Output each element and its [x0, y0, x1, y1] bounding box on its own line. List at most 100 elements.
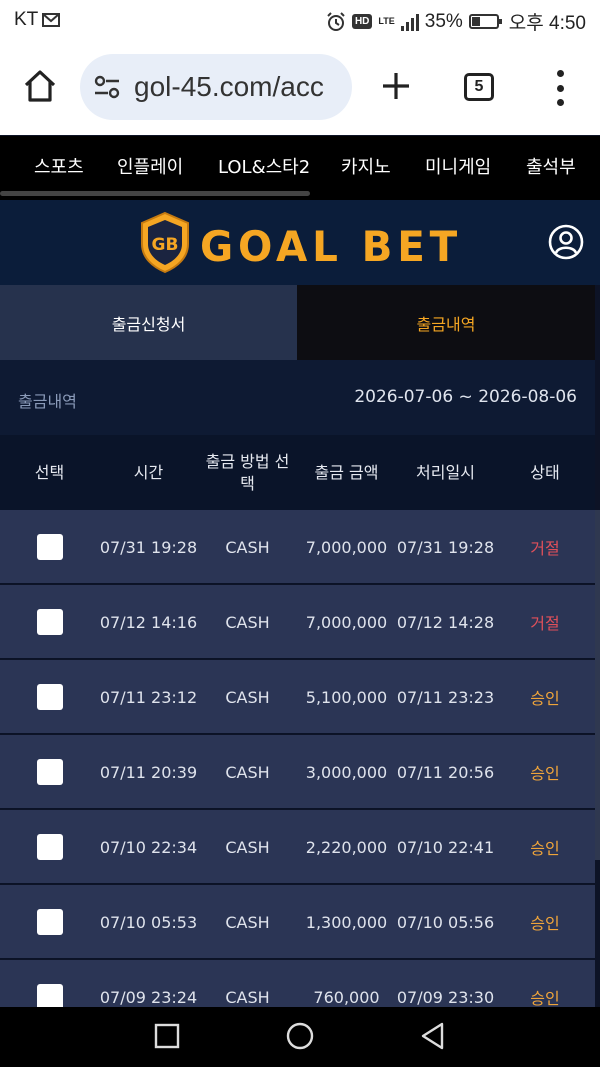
row-time: 07/12 14:16: [99, 612, 198, 632]
row-select-cell: [0, 585, 99, 659]
history-label: 출금내역: [18, 392, 77, 411]
nav-item-inplay[interactable]: 인플레이: [117, 153, 183, 179]
row-status: 승인: [530, 839, 560, 858]
nav-item-lol-star[interactable]: LOL&스타2: [218, 153, 310, 179]
row-amount: 1,300,000: [305, 912, 388, 932]
row-status: 승인: [530, 914, 560, 933]
table-row: 07/10 05:53 CASH 1,300,000 07/10 05:56 승…: [0, 885, 595, 959]
status-left: KT: [14, 9, 61, 31]
row-status: 거절: [530, 539, 560, 558]
col-header-amount: 출금 금액: [314, 462, 379, 482]
hd-badge: HD: [351, 14, 373, 29]
alarm-icon: [327, 11, 345, 31]
row-amount: 2,220,000: [305, 837, 388, 857]
row-amount: 7,000,000: [305, 537, 388, 557]
nav-item-sports[interactable]: 스포츠: [34, 153, 84, 179]
site-settings-icon[interactable]: [92, 72, 122, 102]
row-checkbox[interactable]: [36, 684, 63, 710]
row-checkbox[interactable]: [36, 534, 63, 560]
withdraw-tabs: 출금신청서 출금내역: [0, 285, 595, 360]
row-processed: 07/11 23:23: [396, 687, 495, 707]
status-bar: KT HD LTE 35% 오후 4:50: [0, 0, 600, 40]
table-row: 07/12 14:16 CASH 7,000,000 07/12 14:28 거…: [0, 585, 595, 659]
system-nav-bar: [0, 1007, 600, 1067]
table-row: 07/11 23:12 CASH 5,100,000 07/11 23:23 승…: [0, 660, 595, 734]
row-select-cell: [0, 510, 99, 584]
row-time: 07/31 19:28: [99, 537, 198, 557]
date-range[interactable]: 2026-07-06 ~ 2026-08-06: [354, 387, 577, 407]
row-processed: 07/11 20:56: [396, 762, 495, 782]
col-header-status: 상태: [530, 462, 560, 482]
row-time: 07/10 22:34: [99, 837, 198, 857]
signal-icon: [400, 13, 419, 31]
row-method: CASH: [225, 687, 270, 707]
browser-toolbar: gol-45.com/acc 5: [0, 40, 600, 135]
row-method: CASH: [225, 762, 270, 782]
col-header-method: 출금 방법 선택: [205, 451, 290, 493]
goal-bet-logo[interactable]: GB GOAL BET: [140, 210, 470, 274]
row-method: CASH: [225, 912, 270, 932]
row-processed: 07/31 19:28: [396, 537, 495, 557]
address-bar[interactable]: gol-45.com/acc: [80, 54, 352, 120]
row-select-cell: [0, 885, 99, 959]
mail-icon: [42, 13, 61, 27]
row-status: 거절: [530, 614, 560, 633]
logo-badge-text: GB: [152, 235, 179, 255]
row-method: CASH: [225, 837, 270, 857]
row-status: 승인: [530, 689, 560, 708]
battery-level: [471, 17, 480, 26]
row-select-cell: [0, 660, 99, 734]
home-nav-icon[interactable]: [285, 1021, 315, 1051]
row-time: 07/11 20:39: [99, 762, 198, 782]
page-scrollbar[interactable]: [595, 510, 600, 860]
col-header-processed: 처리일시: [416, 462, 475, 482]
row-time: 07/10 05:53: [99, 912, 198, 932]
battery-icon: [468, 14, 502, 29]
site-header: GB GOAL BET: [0, 200, 600, 285]
nav-item-minigame[interactable]: 미니게임: [425, 153, 491, 179]
nav-scrollbar[interactable]: [0, 191, 310, 196]
home-icon[interactable]: [22, 68, 58, 104]
more-menu-icon[interactable]: [550, 70, 570, 106]
history-summary: 출금내역 2026-07-06 ~ 2026-08-06: [0, 360, 595, 435]
table-header: 선택 시간 출금 방법 선택 출금 금액 처리일시 상태: [0, 435, 595, 510]
carrier-label: KT: [14, 9, 39, 30]
table-row: 07/11 20:39 CASH 3,000,000 07/11 20:56 승…: [0, 735, 595, 809]
tab-withdraw-history[interactable]: 출금내역: [297, 285, 595, 360]
battery-percent: 35%: [424, 10, 463, 32]
lte-label: LTE: [378, 16, 395, 26]
logo-text: GOAL BET: [200, 222, 462, 271]
url-text: gol-45.com/acc: [134, 71, 324, 102]
clock: 오후 4:50: [508, 13, 586, 34]
row-select-cell: [0, 810, 99, 884]
table-row: 07/31 19:28 CASH 7,000,000 07/31 19:28 거…: [0, 510, 595, 584]
row-checkbox[interactable]: [36, 609, 63, 635]
screen: KT HD LTE 35% 오후 4:50 gol-45.com/acc 5 스…: [0, 0, 600, 1067]
row-amount: 7,000,000: [305, 612, 388, 632]
row-processed: 07/10 22:41: [396, 837, 495, 857]
row-amount: 3,000,000: [305, 762, 388, 782]
row-checkbox[interactable]: [36, 909, 63, 935]
row-checkbox[interactable]: [36, 759, 63, 785]
row-processed: 07/12 14:28: [396, 612, 495, 632]
profile-icon[interactable]: [548, 224, 584, 260]
nav-item-attendance[interactable]: 출석부: [526, 153, 576, 179]
row-checkbox[interactable]: [36, 834, 63, 860]
row-method: CASH: [225, 612, 270, 632]
tab-withdraw-request[interactable]: 출금신청서: [0, 285, 297, 360]
col-header-select: 선택: [34, 462, 65, 482]
row-time: 07/11 23:12: [99, 687, 198, 707]
col-header-time: 시간: [133, 462, 164, 482]
row-select-cell: [0, 735, 99, 809]
tab-switcher-button[interactable]: 5: [464, 73, 494, 101]
new-tab-icon[interactable]: [380, 70, 412, 102]
nav-item-casino[interactable]: 카지노: [341, 153, 391, 179]
row-method: CASH: [225, 537, 270, 557]
row-amount: 5,100,000: [305, 687, 388, 707]
row-status: 승인: [530, 764, 560, 783]
back-icon[interactable]: [418, 1021, 448, 1051]
row-processed: 07/10 05:56: [396, 912, 495, 932]
table-row: 07/10 22:34 CASH 2,220,000 07/10 22:41 승…: [0, 810, 595, 884]
recent-apps-icon[interactable]: [152, 1021, 182, 1051]
status-right: HD LTE 35% 오후 4:50: [326, 8, 586, 35]
